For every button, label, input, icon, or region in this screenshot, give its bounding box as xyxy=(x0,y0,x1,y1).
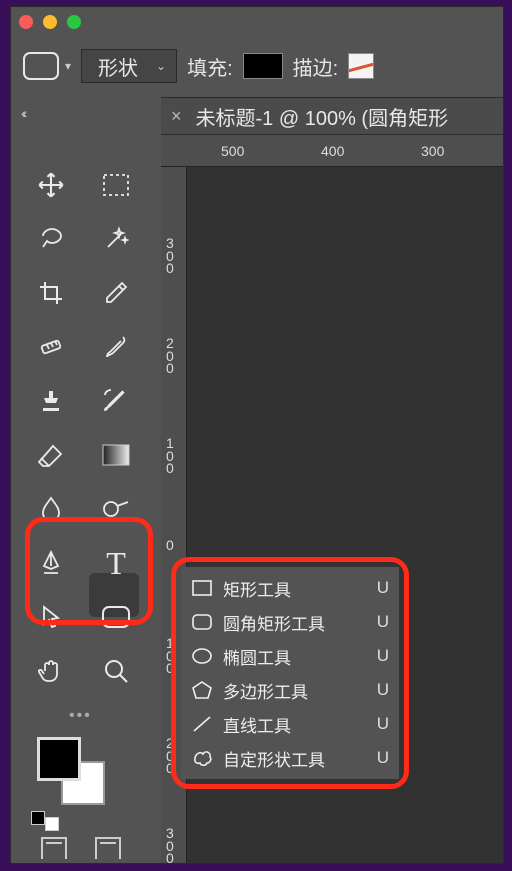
fill-label: 填充: xyxy=(187,52,233,81)
flyout-item-label: 椭圆工具 xyxy=(223,644,291,669)
rounded-rectangle-tool[interactable] xyxy=(94,597,138,637)
ruler-tick: 500 xyxy=(221,143,244,159)
maximize-window-button[interactable] xyxy=(67,15,81,29)
flyout-shortcut: U xyxy=(377,612,389,632)
flyout-shortcut: U xyxy=(377,748,389,768)
screen-mode-buttons xyxy=(41,837,121,859)
flyout-item-label: 多边形工具 xyxy=(223,678,308,703)
fill-color-swatch[interactable] xyxy=(243,53,283,79)
quick-mask-button[interactable] xyxy=(41,837,67,859)
flyout-item-label: 矩形工具 xyxy=(223,576,291,601)
ruler-tick: 0 xyxy=(166,537,174,553)
lasso-tool[interactable] xyxy=(29,219,73,259)
hand-tool[interactable] xyxy=(29,651,73,691)
flyout-item-label: 自定形状工具 xyxy=(223,746,325,771)
ruler-tick: 400 xyxy=(321,143,344,159)
crop-tool[interactable] xyxy=(29,273,73,313)
flyout-item-label: 直线工具 xyxy=(223,712,291,737)
close-window-button[interactable] xyxy=(19,15,33,29)
ruler-tick: 300 xyxy=(166,237,174,275)
clone-stamp-tool[interactable] xyxy=(29,381,73,421)
tools-panel: T xyxy=(29,165,141,691)
ruler-tick: 100 xyxy=(166,437,174,475)
flyout-item-custom-shape[interactable]: 自定形状工具 U xyxy=(181,741,399,775)
default-colors-icon[interactable] xyxy=(31,811,65,825)
flyout-shortcut: U xyxy=(377,578,389,598)
gradient-tool[interactable] xyxy=(94,435,138,475)
eraser-tool[interactable] xyxy=(29,435,73,475)
magic-wand-tool[interactable] xyxy=(94,219,138,259)
custom-shape-icon xyxy=(191,749,213,767)
polygon-icon xyxy=(191,681,213,699)
tools-overflow-icon[interactable]: ••• xyxy=(69,707,92,725)
flyout-shortcut: U xyxy=(377,646,389,666)
ruler-tick: 300 xyxy=(166,827,174,864)
line-icon xyxy=(191,715,213,733)
chevron-down-icon: ⌄ xyxy=(156,59,166,73)
app-window: ▾ 形状 ⌄ 填充: 描边: ‹‹ × 未标题-1 @ 100% (圆角矩形 5… xyxy=(10,6,504,864)
eyedropper-tool[interactable] xyxy=(94,273,138,313)
shape-tools-flyout: 矩形工具 U 圆角矩形工具 U 椭圆工具 U 多边形工具 U 直线工具 U 自定… xyxy=(181,567,399,779)
ruler-tick: 200 xyxy=(166,737,174,775)
active-tool-icon[interactable] xyxy=(23,52,59,80)
flyout-item-line[interactable]: 直线工具 U xyxy=(181,707,399,741)
flyout-shortcut: U xyxy=(377,714,389,734)
flyout-item-rounded-rectangle[interactable]: 圆角矩形工具 U xyxy=(181,605,399,639)
close-tab-icon[interactable]: × xyxy=(171,106,182,127)
pen-tool[interactable] xyxy=(29,543,73,583)
horizontal-ruler: 500 400 300 xyxy=(161,135,503,167)
zoom-tool[interactable] xyxy=(94,651,138,691)
blur-tool[interactable] xyxy=(29,489,73,529)
ruler-tick: 300 xyxy=(421,143,444,159)
foreground-color[interactable] xyxy=(37,737,81,781)
history-brush-tool[interactable] xyxy=(94,381,138,421)
panel-collapse-icon[interactable]: ‹‹ xyxy=(21,105,24,121)
healing-brush-tool[interactable] xyxy=(29,327,73,367)
flyout-shortcut: U xyxy=(377,680,389,700)
flyout-item-ellipse[interactable]: 椭圆工具 U xyxy=(181,639,399,673)
rectangle-icon xyxy=(191,580,213,596)
window-controls xyxy=(19,15,81,29)
flyout-item-rectangle[interactable]: 矩形工具 U xyxy=(181,571,399,605)
options-bar: ▾ 形状 ⌄ 填充: 描边: xyxy=(17,43,503,89)
document-tab[interactable]: × 未标题-1 @ 100% (圆角矩形 xyxy=(161,97,503,135)
chevron-down-icon[interactable]: ▾ xyxy=(65,59,71,73)
ruler-tick: 100 xyxy=(166,637,174,675)
tool-mode-dropdown[interactable]: 形状 ⌄ xyxy=(81,49,177,83)
ruler-tick: 200 xyxy=(166,337,174,375)
rounded-rectangle-icon xyxy=(191,614,213,630)
marquee-tool[interactable] xyxy=(94,165,138,205)
flyout-item-label: 圆角矩形工具 xyxy=(223,610,325,635)
brush-tool[interactable] xyxy=(94,327,138,367)
path-selection-tool[interactable] xyxy=(29,597,73,637)
minimize-window-button[interactable] xyxy=(43,15,57,29)
stroke-label: 描边: xyxy=(293,52,339,81)
flyout-item-polygon[interactable]: 多边形工具 U xyxy=(181,673,399,707)
document-title: 未标题-1 @ 100% (圆角矩形 xyxy=(196,102,449,131)
type-tool[interactable]: T xyxy=(94,543,138,583)
screen-mode-button[interactable] xyxy=(95,837,121,859)
ellipse-icon xyxy=(191,648,213,664)
move-tool[interactable] xyxy=(29,165,73,205)
dodge-tool[interactable] xyxy=(94,489,138,529)
stroke-color-swatch[interactable] xyxy=(348,53,374,79)
color-swatches[interactable] xyxy=(37,737,107,807)
tool-mode-label: 形状 xyxy=(98,52,138,81)
